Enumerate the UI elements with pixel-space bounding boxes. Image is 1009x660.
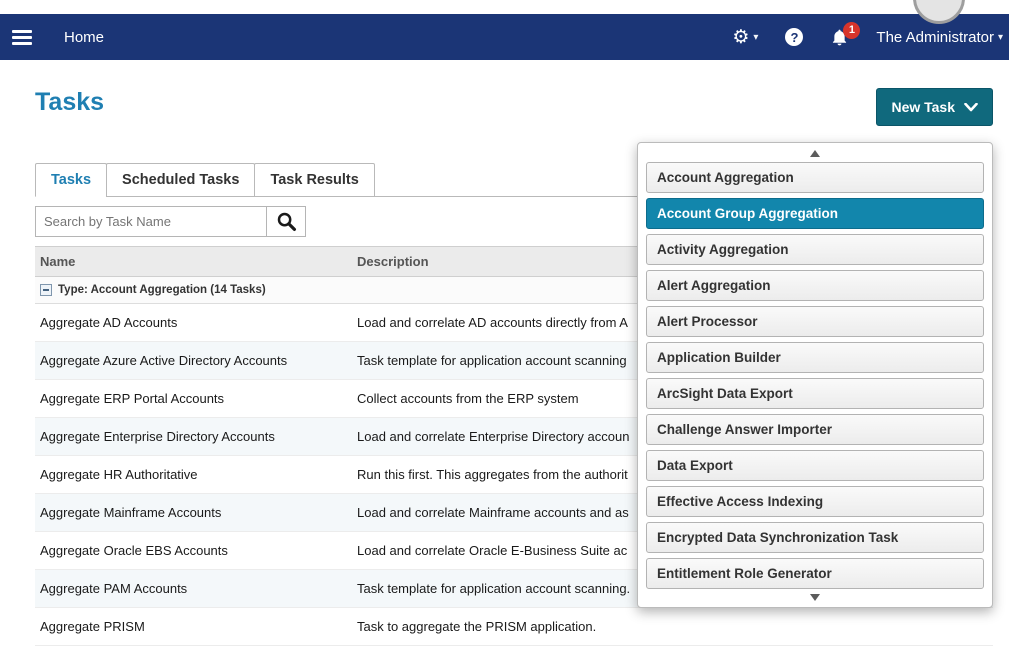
task-name[interactable]: Aggregate Azure Active Directory Account…: [40, 353, 357, 368]
menu-item[interactable]: Encrypted Data Synchronization Task: [646, 522, 984, 553]
scroll-up-icon[interactable]: [810, 150, 820, 157]
task-name[interactable]: Aggregate PAM Accounts: [40, 581, 357, 596]
column-header-name[interactable]: Name: [40, 254, 357, 269]
gear-icon: ⚙: [732, 28, 749, 47]
menu-item[interactable]: Activity Aggregation: [646, 234, 984, 265]
navbar-right-cluster: ⚙ ▾ ? 1 The Administrator ▾: [732, 28, 1003, 47]
chevron-down-icon: ▾: [753, 32, 758, 43]
hamburger-bar: [12, 30, 32, 33]
task-name[interactable]: Aggregate AD Accounts: [40, 315, 357, 330]
hamburger-bar: [12, 36, 32, 39]
help-button[interactable]: ?: [785, 28, 803, 46]
group-header-label: Type: Account Aggregation (14 Tasks): [58, 284, 266, 296]
page-title: Tasks: [35, 88, 104, 117]
hamburger-bar: [12, 42, 32, 45]
settings-menu-button[interactable]: ⚙ ▾: [732, 28, 758, 47]
menu-item[interactable]: Effective Access Indexing: [646, 486, 984, 517]
task-name[interactable]: Aggregate PRISM: [40, 619, 357, 634]
notification-badge: 1: [843, 22, 860, 39]
task-name[interactable]: Aggregate Enterprise Directory Accounts: [40, 429, 357, 444]
user-menu[interactable]: The Administrator ▾: [876, 29, 1003, 46]
notifications-button[interactable]: 1: [830, 28, 849, 47]
task-name[interactable]: Aggregate HR Authoritative: [40, 467, 357, 482]
menu-item[interactable]: ArcSight Data Export: [646, 378, 984, 409]
chevron-down-icon: [964, 103, 978, 112]
task-name[interactable]: Aggregate Oracle EBS Accounts: [40, 543, 357, 558]
search-button[interactable]: [266, 206, 306, 237]
tab[interactable]: Scheduled Tasks: [106, 163, 255, 197]
page-header: Tasks New Task: [35, 88, 993, 126]
tab-label: Task Results: [270, 172, 358, 188]
menu-item[interactable]: Entitlement Role Generator: [646, 558, 984, 589]
task-name[interactable]: Aggregate ERP Portal Accounts: [40, 391, 357, 406]
tab[interactable]: Tasks: [35, 163, 107, 197]
menu-item[interactable]: Application Builder: [646, 342, 984, 373]
dropdown-menu-list: Account Aggregation Account Group Aggreg…: [646, 162, 984, 589]
tab-label: Tasks: [51, 172, 91, 188]
tab[interactable]: Task Results: [254, 163, 374, 197]
menu-item[interactable]: Alert Processor: [646, 306, 984, 337]
search-icon: [276, 211, 297, 232]
menu-item[interactable]: Account Aggregation: [646, 162, 984, 193]
new-task-dropdown: Account Aggregation Account Group Aggreg…: [637, 142, 993, 608]
collapse-icon[interactable]: [40, 284, 52, 296]
chevron-down-icon: ▾: [998, 32, 1003, 43]
menu-item[interactable]: Data Export: [646, 450, 984, 481]
menu-item[interactable]: Challenge Answer Importer: [646, 414, 984, 445]
question-mark-icon: ?: [785, 28, 803, 46]
new-task-button[interactable]: New Task: [876, 88, 993, 126]
menu-item[interactable]: Account Group Aggregation: [646, 198, 984, 229]
task-description: Task to aggregate the PRISM application.: [357, 619, 985, 634]
top-navbar: Home ⚙ ▾ ? 1 The Administrator ▾: [0, 14, 1009, 60]
search-input[interactable]: [35, 206, 267, 237]
new-task-label: New Task: [891, 99, 955, 115]
task-name[interactable]: Aggregate Mainframe Accounts: [40, 505, 357, 520]
table-row[interactable]: Aggregate PRISM Task to aggregate the PR…: [35, 608, 993, 646]
nav-home-link[interactable]: Home: [64, 29, 104, 46]
hamburger-menu-icon[interactable]: [12, 30, 32, 45]
scroll-down-icon[interactable]: [810, 594, 820, 601]
menu-item[interactable]: Alert Aggregation: [646, 270, 984, 301]
user-name: The Administrator: [876, 29, 994, 46]
tab-label: Scheduled Tasks: [122, 172, 239, 188]
